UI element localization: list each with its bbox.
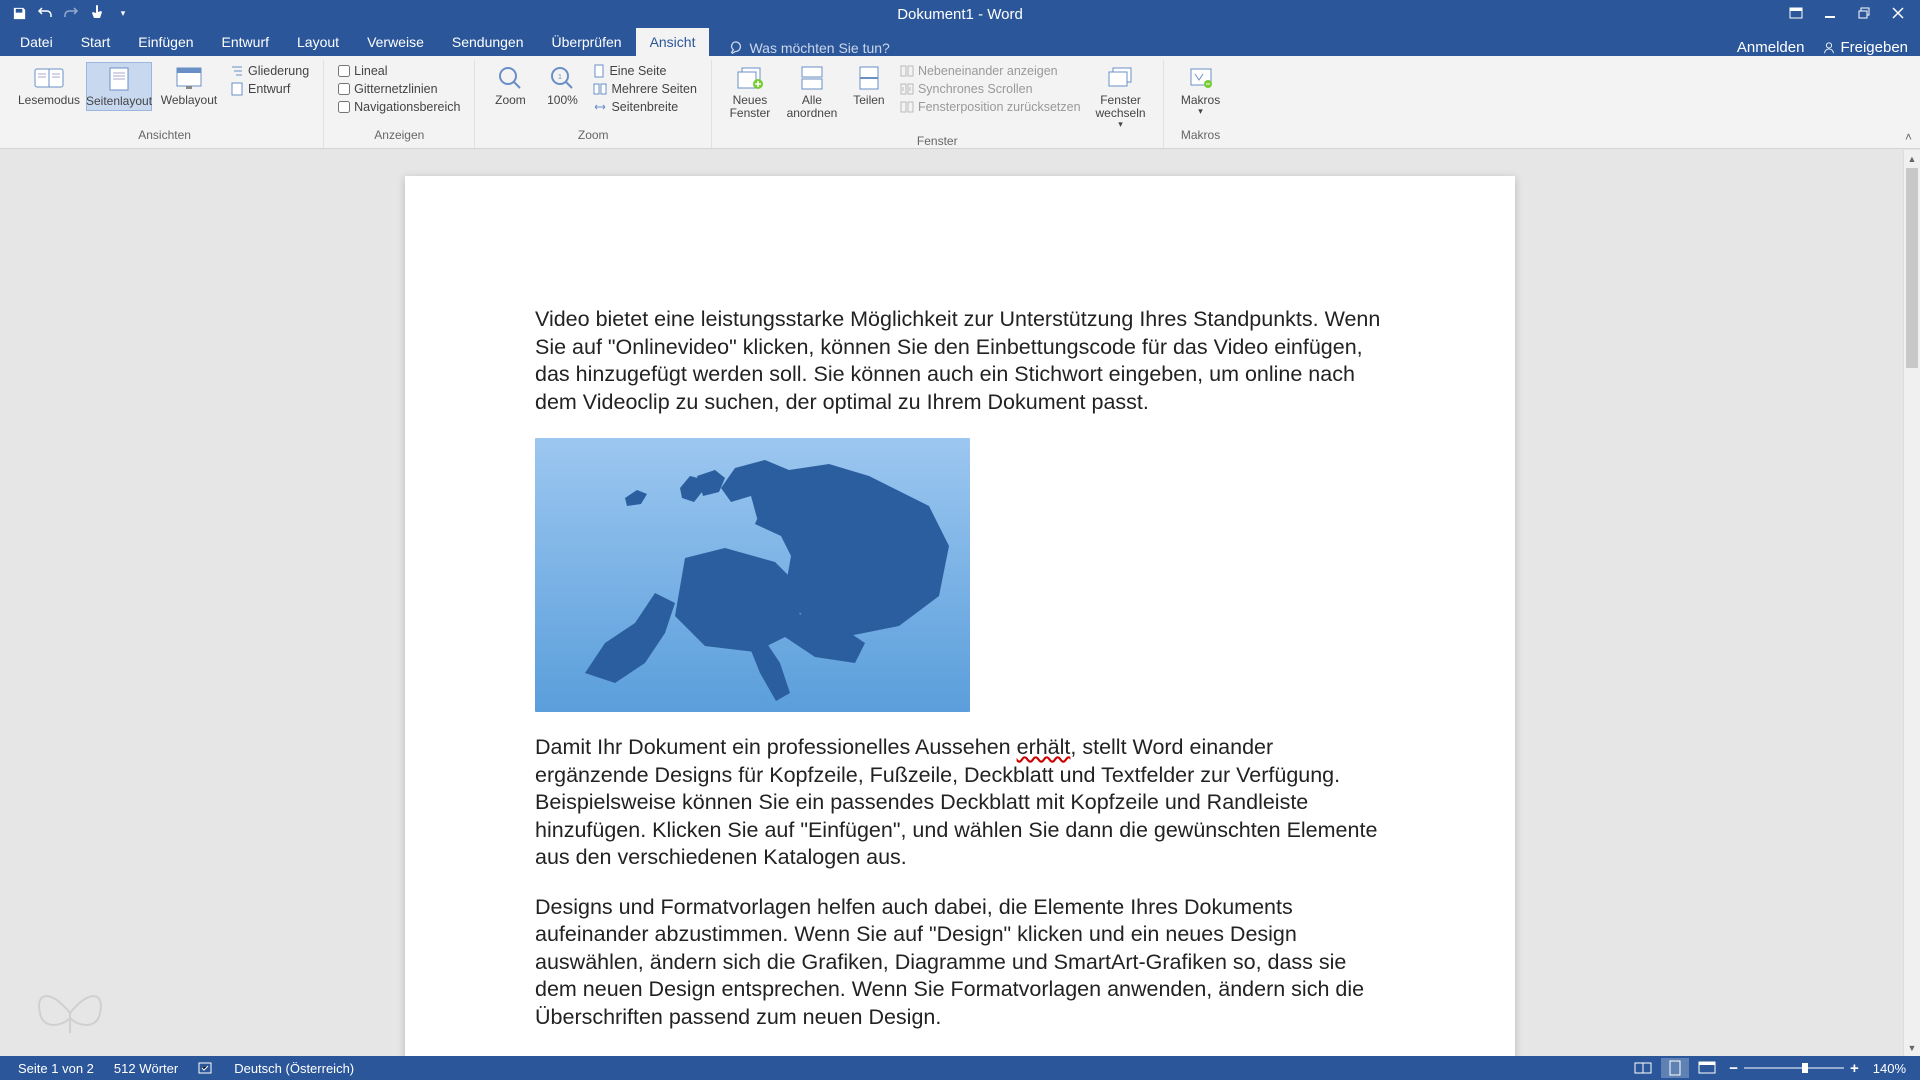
group-label-macros: Makros: [1174, 126, 1228, 146]
page-width-button[interactable]: Seitenbreite: [593, 100, 696, 114]
group-label-show: Anzeigen: [334, 126, 464, 146]
print-layout-view-icon[interactable]: [1661, 1058, 1689, 1078]
scroll-down-icon[interactable]: ▼: [1904, 1039, 1920, 1056]
save-icon[interactable]: [10, 4, 28, 22]
read-mode-view-icon[interactable]: [1629, 1058, 1657, 1078]
collapse-ribbon-icon[interactable]: ˄: [1905, 130, 1912, 144]
zoom-button[interactable]: Zoom: [485, 62, 535, 109]
ribbon: Lesemodus Seitenlayout Weblayout Glieder…: [0, 56, 1920, 149]
tell-me-placeholder: Was möchten Sie tun?: [749, 40, 889, 56]
butterfly-watermark: [30, 978, 110, 1048]
zoom-level[interactable]: 140%: [1867, 1061, 1912, 1076]
switch-window-button[interactable]: Fenster wechseln▾: [1089, 62, 1153, 132]
signin-link[interactable]: Anmelden: [1737, 39, 1805, 56]
print-layout-button[interactable]: Seitenlayout: [86, 62, 152, 111]
tab-sendungen[interactable]: Sendungen: [438, 28, 538, 56]
paragraph[interactable]: Damit Ihr Dokument ein professionelles A…: [535, 734, 1385, 872]
multi-page-button[interactable]: Mehrere Seiten: [593, 82, 696, 96]
read-mode-button[interactable]: Lesemodus: [16, 62, 82, 109]
web-layout-view-icon[interactable]: [1693, 1058, 1721, 1078]
undo-icon[interactable]: [36, 4, 54, 22]
status-bar: Seite 1 von 2 512 Wörter Deutsch (Österr…: [0, 1056, 1920, 1080]
zoom-out-button[interactable]: −: [1729, 1060, 1738, 1077]
new-window-button[interactable]: Neues Fenster: [722, 62, 778, 122]
zoom-in-button[interactable]: +: [1850, 1060, 1859, 1077]
restore-icon[interactable]: [1854, 3, 1874, 23]
tab-entwurf[interactable]: Entwurf: [208, 28, 283, 56]
tab-ansicht[interactable]: Ansicht: [636, 28, 710, 56]
ribbon-tabs: Datei Start Einfügen Entwurf Layout Verw…: [0, 26, 1920, 56]
svg-text:1: 1: [559, 74, 563, 81]
tell-me-search[interactable]: Was möchten Sie tun?: [729, 40, 889, 56]
touch-mode-icon[interactable]: [88, 4, 106, 22]
draft-button[interactable]: Entwurf: [230, 82, 309, 96]
sync-scroll-button: Synchrones Scrollen: [900, 82, 1081, 96]
paragraph[interactable]: Designs und Formatvorlagen helfen auch d…: [535, 894, 1385, 1032]
tab-layout[interactable]: Layout: [283, 28, 353, 56]
arrange-all-button[interactable]: Alle anordnen: [782, 62, 842, 122]
scroll-thumb[interactable]: [1906, 168, 1918, 368]
tab-ueberpruefen[interactable]: Überprüfen: [538, 28, 636, 56]
web-layout-button[interactable]: Weblayout: [156, 62, 222, 109]
split-button[interactable]: Teilen: [846, 62, 892, 109]
close-icon[interactable]: [1888, 3, 1908, 23]
tab-einfuegen[interactable]: Einfügen: [124, 28, 207, 56]
tab-start[interactable]: Start: [67, 28, 125, 56]
outline-button[interactable]: Gliederung: [230, 64, 309, 78]
minimize-icon[interactable]: [1820, 3, 1840, 23]
group-label-views: Ansichten: [16, 126, 313, 146]
tab-verweise[interactable]: Verweise: [353, 28, 438, 56]
word-count[interactable]: 512 Wörter: [104, 1061, 188, 1076]
ruler-checkbox[interactable]: Lineal: [338, 64, 460, 78]
proofing-icon[interactable]: [188, 1061, 224, 1075]
macros-button[interactable]: Makros▾: [1174, 62, 1228, 119]
qat-dropdown-icon[interactable]: ▾: [114, 4, 132, 22]
europe-map-image[interactable]: [535, 438, 970, 712]
scroll-up-icon[interactable]: ▲: [1904, 150, 1920, 167]
reset-pos-button: Fensterposition zurücksetzen: [900, 100, 1081, 114]
group-label-zoom: Zoom: [485, 126, 700, 146]
share-button[interactable]: Freigeben: [1822, 39, 1908, 56]
one-page-button[interactable]: Eine Seite: [593, 64, 696, 78]
tab-datei[interactable]: Datei: [6, 28, 67, 56]
page-indicator[interactable]: Seite 1 von 2: [8, 1061, 104, 1076]
document-area[interactable]: Video bietet eine leistungsstarke Möglic…: [0, 150, 1920, 1056]
navpane-checkbox[interactable]: Navigationsbereich: [338, 100, 460, 114]
redo-icon[interactable]: [62, 4, 80, 22]
vertical-scrollbar[interactable]: ▲ ▼: [1903, 150, 1920, 1056]
side-by-side-button: Nebeneinander anzeigen: [900, 64, 1081, 78]
gridlines-checkbox[interactable]: Gitternetzlinien: [338, 82, 460, 96]
window-title: Dokument1 - Word: [897, 6, 1023, 23]
language-indicator[interactable]: Deutsch (Österreich): [224, 1061, 364, 1076]
page: Video bietet eine leistungsstarke Möglic…: [405, 176, 1515, 1056]
ribbon-display-icon[interactable]: [1786, 3, 1806, 23]
zoom-100-button[interactable]: 1 100%: [539, 62, 585, 109]
paragraph[interactable]: Video bietet eine leistungsstarke Möglic…: [535, 306, 1385, 416]
zoom-slider[interactable]: [1744, 1067, 1844, 1069]
